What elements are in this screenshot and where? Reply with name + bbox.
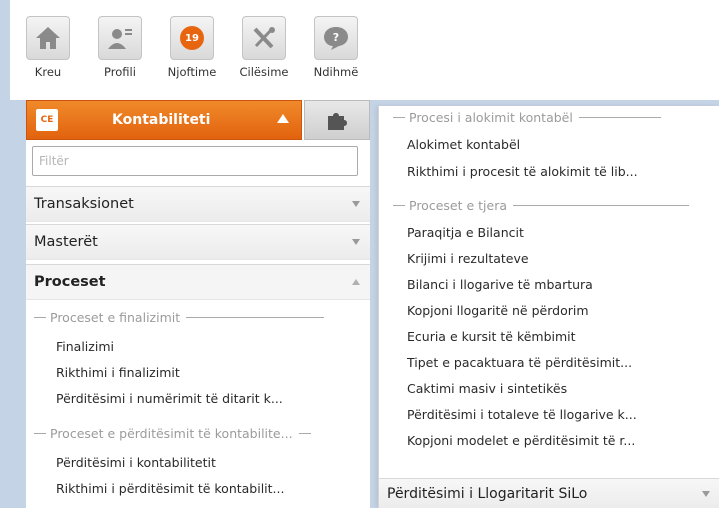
profile-icon: [98, 16, 142, 60]
chevron-down-icon: [352, 201, 360, 207]
menu-item[interactable]: Kopjoni llogaritë në përdorim: [407, 303, 589, 318]
group-title-accounting-updates: Proceset e përditësimit të kontabilite..…: [34, 426, 311, 441]
menu-item[interactable]: Përditësimi i numërimit të ditarit k...: [56, 391, 283, 406]
profile-label: Profili: [104, 65, 136, 79]
section-silo-ledger-label: Përditësimi i Llogaritarit SiLo: [387, 485, 588, 502]
notification-badge-icon: 19: [170, 16, 214, 60]
module-tab-kontabiliteti[interactable]: CE Kontabiliteti: [26, 100, 302, 140]
group-title-allocation: Procesi i alokimit kontabël: [393, 110, 661, 125]
menu-item[interactable]: Rikthimi i finalizimit: [56, 365, 180, 380]
chevron-up-icon: [352, 279, 360, 285]
settings-button[interactable]: Cilësime: [236, 16, 292, 86]
home-icon: [26, 16, 70, 60]
extensions-tab[interactable]: [304, 100, 370, 140]
home-button[interactable]: Kreu: [20, 16, 76, 86]
chevron-down-icon: [702, 491, 710, 497]
menu-item[interactable]: Paraqitja e Bilancit: [407, 225, 524, 240]
group-title-finalization: Proceset e finalizimit: [34, 310, 325, 325]
menu-item[interactable]: Krijimi i rezultateve: [407, 251, 529, 266]
filter-input[interactable]: [32, 146, 358, 176]
settings-label: Cilësime: [239, 65, 289, 79]
menu-item[interactable]: Përditësimi i totaleve të llogarive k...: [407, 407, 637, 422]
menu-item[interactable]: Përditësimi i kontabilitetit: [56, 455, 216, 470]
menu-item[interactable]: Tipet e pacaktuara të përditësimit...: [407, 355, 632, 370]
help-icon: ?: [314, 16, 358, 60]
home-label: Kreu: [34, 65, 62, 79]
menu-item[interactable]: Finalizimi: [56, 339, 114, 354]
section-masters-label: Masterët: [34, 234, 98, 250]
notification-count: 19: [180, 26, 204, 50]
svg-text:?: ?: [333, 31, 339, 44]
section-silo-ledger[interactable]: Përditësimi i Llogaritarit SiLo: [379, 478, 719, 508]
notifications-label: Njoftime: [167, 65, 217, 79]
tools-icon: [242, 16, 286, 60]
section-processes[interactable]: Proceset: [26, 264, 370, 300]
group-title-other-processes: Proceset e tjera: [393, 198, 689, 213]
module-label: Kontabiliteti: [112, 112, 211, 128]
chevron-down-icon: [352, 239, 360, 245]
section-transactions-label: Transaksionet: [34, 196, 134, 212]
menu-item[interactable]: Bilanci i llogarive të mbartura: [407, 277, 593, 292]
menu-item[interactable]: Rikthimi i përditësimit të kontabilit...: [56, 481, 284, 496]
profile-button[interactable]: Profili: [92, 16, 148, 86]
module-icon: CE: [36, 109, 58, 131]
menu-item[interactable]: Rikthimi i procesit të alokimit të lib..…: [407, 164, 638, 179]
help-button[interactable]: ? Ndihmë: [308, 16, 364, 86]
menu-item[interactable]: Caktimi masiv i sintetikës: [407, 381, 567, 396]
help-label: Ndihmë: [313, 65, 359, 79]
notifications-button[interactable]: 19 Njoftime: [164, 16, 220, 86]
menu-item[interactable]: Ecuria e kursit të këmbimit: [407, 329, 576, 344]
menu-item[interactable]: Alokimet kontabël: [407, 137, 520, 152]
filter-wrapper: [32, 146, 358, 176]
menu-item[interactable]: Kopjoni modelet e përditësimit të r...: [407, 433, 635, 448]
navigation-panel: CE Kontabiliteti Transaksionet Masterët …: [26, 100, 370, 508]
section-processes-label: Proceset: [34, 274, 106, 290]
submenu-panel: Procesi i alokimit kontabël Alokimet kon…: [378, 106, 719, 508]
section-masters[interactable]: Masterët: [26, 224, 370, 260]
caret-up-icon: [277, 114, 289, 123]
puzzle-icon: [328, 113, 347, 130]
section-transactions[interactable]: Transaksionet: [26, 186, 370, 222]
